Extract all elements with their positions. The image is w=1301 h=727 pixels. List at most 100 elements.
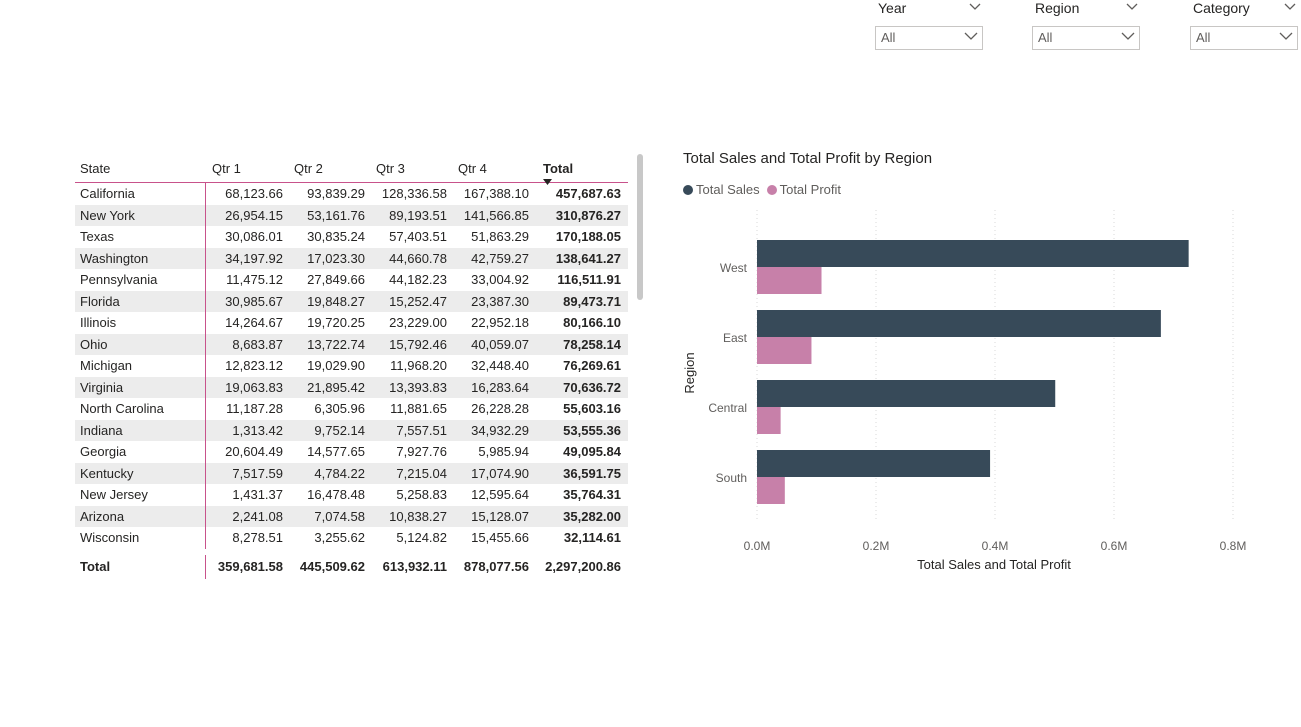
bar-total-profit[interactable]	[757, 267, 822, 294]
qtr-cell: 141,566.85	[463, 207, 529, 223]
slicer-region-header[interactable]: Region	[1035, 0, 1140, 18]
qtr-cell: 11,881.65	[390, 401, 447, 417]
bar-total-profit[interactable]	[757, 337, 812, 364]
table-row[interactable]: California 68,123.66 93,839.29 128,336.58 16…	[75, 183, 628, 205]
qtr-cell: 33,004.92	[471, 272, 529, 288]
qtr-cell: 128,336.58	[381, 186, 447, 202]
qtr-cell: 9,752.14	[314, 422, 365, 438]
bar-total-sales[interactable]	[757, 310, 1161, 337]
slicer-year-header[interactable]: Year	[878, 0, 983, 18]
slicer-category-title: Category	[1193, 0, 1250, 16]
state-quarter-matrix: State Qtr 1 Qtr 2 Qtr 3 Qtr 4 Total Cali…	[75, 151, 628, 579]
bar-total-profit[interactable]	[757, 407, 781, 434]
qtr-cell: 12,595.64	[471, 487, 529, 503]
x-tick-label: 0.4M	[982, 539, 1009, 553]
chevron-down-icon[interactable]	[1126, 3, 1138, 11]
bar-total-profit[interactable]	[757, 477, 785, 504]
legend-item-total-sales[interactable]: Total Sales	[683, 182, 760, 197]
slicer-category-dropdown[interactable]: All	[1190, 26, 1298, 50]
qtr-cell: 11,187.28	[226, 401, 283, 417]
qtr-cell: 17,023.30	[307, 250, 365, 266]
bar-total-sales[interactable]	[757, 240, 1189, 267]
table-row[interactable]: New York 26,954.15 53,161.76 89,193.51 141,5…	[75, 204, 628, 226]
legend-dot-total-sales	[683, 184, 693, 195]
slicer-region-dropdown[interactable]: All	[1032, 26, 1140, 50]
header-qtr2[interactable]: Qtr 2	[288, 161, 370, 176]
state-cell: Arizona	[75, 505, 206, 527]
qtr-cell: 26,954.15	[225, 207, 283, 223]
total-label: Total	[75, 554, 206, 579]
category-label: Central	[708, 401, 747, 415]
qtr-cell: 8,278.51	[232, 530, 283, 546]
table-row[interactable]: Texas 30,086.01 30,835.24 57,403.51 51,863.2…	[75, 226, 628, 248]
qtr-cell: 30,985.67	[225, 293, 283, 309]
table-row[interactable]: Illinois 14,264.67 19,720.25 23,229.00 22,95…	[75, 312, 628, 334]
table-row[interactable]: New Jersey 1,431.37 16,478.48 5,258.83 12,59…	[75, 484, 628, 506]
qtr-cell: 30,835.24	[307, 229, 365, 245]
category-label: East	[723, 331, 748, 345]
x-tick-label: 0.8M	[1220, 539, 1247, 553]
state-cell: Ohio	[75, 333, 206, 355]
header-total-label: Total	[543, 161, 574, 176]
qtr-cell: 53,161.76	[307, 207, 365, 223]
header-state[interactable]: State	[75, 151, 206, 176]
slicer-category-header[interactable]: Category	[1193, 0, 1298, 18]
matrix-total-row: Total 359,681.58 445,509.62 613,932.11 8…	[75, 553, 628, 579]
table-row[interactable]: Georgia 20,604.49 14,577.65 7,927.76 5,985.9…	[75, 441, 628, 463]
table-row[interactable]: Arizona 2,241.08 7,074.58 10,838.27 15,128.0…	[75, 505, 628, 527]
total-qtr2: 445,509.62	[299, 559, 365, 574]
table-row[interactable]: Wisconsin 8,278.51 3,255.62 5,124.82 15,455.…	[75, 527, 628, 549]
qtr-cell: 7,557.51	[396, 422, 447, 438]
qtr-cell: 4,784.22	[314, 465, 365, 481]
qtr-cell: 51,863.29	[471, 229, 529, 245]
state-cell: New York	[75, 204, 206, 226]
qtr-cell: 15,252.47	[389, 293, 447, 309]
slicer-region-title: Region	[1035, 0, 1080, 16]
table-row[interactable]: Kentucky 7,517.59 4,784.22 7,215.04 17,074.9…	[75, 462, 628, 484]
table-row[interactable]: Virginia 19,063.83 21,895.42 13,393.83 16,28…	[75, 376, 628, 398]
qtr-cell: 57,403.51	[389, 229, 447, 245]
qtr-cell: 2,241.08	[232, 508, 283, 524]
matrix-header-row: State Qtr 1 Qtr 2 Qtr 3 Qtr 4 Total	[75, 151, 628, 185]
total-cell: 116,511.91	[557, 272, 621, 288]
qtr-cell: 20,604.49	[225, 444, 283, 460]
total-qtr3: 613,932.11	[382, 559, 447, 574]
sort-descending-icon	[543, 179, 552, 185]
total-cell: 78,258.14	[563, 336, 621, 352]
table-row[interactable]: Pennsylvania 11,475.12 27,849.66 44,182.23 3…	[75, 269, 628, 291]
chart-bars	[757, 240, 1189, 504]
total-cell: 70,636.72	[563, 379, 621, 395]
table-row[interactable]: Ohio 8,683.87 13,722.74 15,792.46 40,059.07 7…	[75, 333, 628, 355]
header-qtr4[interactable]: Qtr 4	[452, 161, 534, 176]
table-row[interactable]: North Carolina 11,187.28 6,305.96 11,881.65…	[75, 398, 628, 420]
qtr-cell: 15,128.07	[471, 508, 529, 524]
qtr-cell: 3,255.62	[314, 530, 365, 546]
total-qtr4: 878,077.56	[463, 559, 529, 574]
state-cell: Washington	[75, 247, 206, 269]
matrix-scrollbar[interactable]	[637, 154, 643, 300]
table-row[interactable]: Michigan 12,823.12 19,029.90 11,968.20 32,44…	[75, 355, 628, 377]
header-qtr3[interactable]: Qtr 3	[370, 161, 452, 176]
bar-total-sales[interactable]	[757, 450, 991, 477]
header-total[interactable]: Total	[534, 161, 626, 185]
chevron-down-icon[interactable]	[969, 3, 981, 11]
qtr-cell: 34,932.29	[471, 422, 529, 438]
total-cell: 138,641.27	[555, 250, 621, 266]
total-cell: 89,473.71	[563, 293, 621, 309]
table-row[interactable]: Florida 30,985.67 19,848.27 15,252.47 23,387…	[75, 290, 628, 312]
table-row[interactable]: Washington 34,197.92 17,023.30 44,660.78 42,…	[75, 247, 628, 269]
qtr-cell: 19,720.25	[307, 315, 365, 331]
slicer-category: Category All	[1190, 0, 1298, 50]
total-cell: 32,114.61	[563, 530, 621, 546]
header-qtr1[interactable]: Qtr 1	[206, 161, 288, 176]
state-cell: Illinois	[75, 312, 206, 334]
total-cell: 457,687.63	[555, 186, 621, 202]
table-row[interactable]: Indiana 1,313.42 9,752.14 7,557.51 34,932.29…	[75, 419, 628, 441]
x-tick-label: 0.2M	[863, 539, 890, 553]
bar-total-sales[interactable]	[757, 380, 1056, 407]
legend-item-total-profit[interactable]: Total Profit	[766, 182, 841, 197]
slicer-year-dropdown[interactable]: All	[875, 26, 983, 50]
total-cell: 170,188.05	[555, 229, 621, 245]
qtr-cell: 68,123.66	[225, 186, 283, 202]
chevron-down-icon[interactable]	[1284, 3, 1296, 11]
